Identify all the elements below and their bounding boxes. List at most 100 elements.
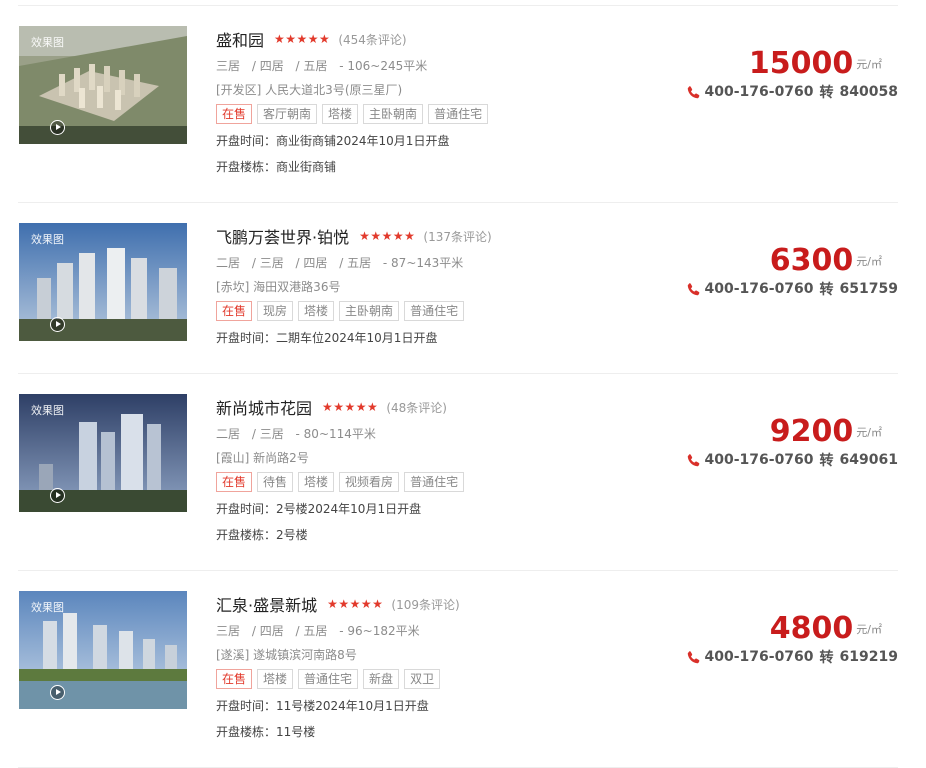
listing-card-feipeng: 效果图 飞鹏万荟世界·铂悦 ★★★★★ (137条评论) 二居 / 三居 / 四… [0,223,926,373]
phone-number[interactable]: 400-176-0760 转 619219 [686,647,898,667]
review-count[interactable]: (48条评论) [386,399,447,416]
address: [赤坎] 海田双港路36号 [216,280,341,294]
tag: 塔楼 [322,104,359,124]
price-value: 6300 [769,243,854,278]
tag: 普通住宅 [428,104,489,124]
open-building: 开盘楼栋：商业街商铺 [216,160,337,174]
listing-card-shenghe: 效果图 盛和园 ★★★★★ (454条评论) 三居 / 四居 / 五居 - 10… [0,26,926,202]
phone-ext: 649061 [839,452,898,468]
room-type: / 五居 [339,256,372,270]
open-time: 开盘时间：二期车位2024年10月1日开盘 [216,331,438,345]
ext-label: 转 [819,85,834,101]
price: 6300 元/㎡ [770,243,882,278]
room-type: / 五居 [295,59,328,73]
listing-info: 盛和园 ★★★★★ (454条评论) 三居 / 四居 / 五居 - 106~24… [216,26,686,176]
room-type: / 三居 [251,427,284,441]
price: 4800 元/㎡ [770,611,882,646]
room-types: 三居 / 四居 / 五居 - 106~245平米 [216,56,686,76]
thumbnail-label: 效果图 [31,36,64,49]
room-type: / 三居 [251,256,284,270]
review-count[interactable]: (137条评论) [423,228,491,245]
listing-thumbnail[interactable]: 效果图 [19,394,187,512]
play-icon[interactable] [50,317,65,332]
tag: 新盘 [363,669,400,689]
listing-thumbnail[interactable]: 效果图 [19,591,187,709]
open-time: 开盘时间：11号楼2024年10月1日开盘 [216,699,429,713]
room-type: 二居 [216,427,241,441]
price: 9200 元/㎡ [770,414,882,449]
ext-label: 转 [819,453,834,469]
room-type: 三居 [216,624,241,638]
tag-list: 在售 待售 塔楼 视频看房 普通住宅 [216,472,686,492]
tag: 双卫 [404,669,441,689]
tag: 普通住宅 [298,669,359,689]
tag-list: 在售 现房 塔楼 主卧朝南 普通住宅 [216,301,686,321]
play-icon[interactable] [50,488,65,503]
listing-thumbnail[interactable]: 效果图 [19,26,187,144]
room-types: 三居 / 四居 / 五居 - 96~182平米 [216,621,686,641]
tag: 视频看房 [339,472,400,492]
listing-title[interactable]: 汇泉·盛景新城 [216,592,317,616]
divider [18,5,898,6]
tag-status: 在售 [216,472,253,492]
divider [18,202,898,203]
area-range: - 106~245平米 [339,59,428,73]
phone-ext: 619219 [839,649,898,665]
phone-main: 400-176-0760 [704,649,814,665]
play-icon[interactable] [50,685,65,700]
tag: 普通住宅 [404,301,465,321]
room-type: / 四居 [251,59,284,73]
listing-title[interactable]: 飞鹏万荟世界·铂悦 [216,224,349,248]
tag: 主卧朝南 [363,104,424,124]
listing-thumbnail[interactable]: 效果图 [19,223,187,341]
tag: 主卧朝南 [339,301,400,321]
listing-card-huiquan: 效果图 汇泉·盛景新城 ★★★★★ (109条评论) 三居 / 四居 / 五居 … [0,591,926,767]
phone-number[interactable]: 400-176-0760 转 840058 [686,82,898,102]
address: [开发区] 人民大道北3号(原三星厂) [216,83,403,97]
room-type: / 四居 [295,256,328,270]
tag: 客厅朝南 [257,104,318,124]
phone-icon [687,85,699,98]
price-unit: 元/㎡ [856,425,882,439]
ext-label: 转 [819,650,834,666]
phone-main: 400-176-0760 [704,84,814,100]
tag: 普通住宅 [404,472,465,492]
phone-number[interactable]: 400-176-0760 转 649061 [686,450,898,470]
phone-main: 400-176-0760 [704,452,814,468]
phone-main: 400-176-0760 [704,281,814,297]
phone-icon [687,282,699,295]
tag: 塔楼 [298,472,335,492]
phone-number[interactable]: 400-176-0760 转 651759 [686,279,898,299]
room-types: 二居 / 三居 - 80~114平米 [216,424,686,444]
price-unit: 元/㎡ [856,57,882,71]
play-icon[interactable] [50,120,65,135]
rating-stars-icon: ★★★★★ [359,229,416,243]
listing-list: 效果图 盛和园 ★★★★★ (454条评论) 三居 / 四居 / 五居 - 10… [0,0,926,768]
tag: 塔楼 [298,301,335,321]
thumbnail-label: 效果图 [31,404,64,417]
open-building: 开盘楼栋：11号楼 [216,725,316,739]
tag-status: 在售 [216,301,253,321]
tag: 待售 [257,472,294,492]
rating-stars-icon: ★★★★★ [322,400,379,414]
listing-title[interactable]: 盛和园 [216,27,264,51]
divider [18,570,898,571]
review-count[interactable]: (109条评论) [391,596,459,613]
thumbnail-label: 效果图 [31,233,64,246]
address: [遂溪] 遂城镇滨河南路8号 [216,648,357,662]
room-type: / 四居 [251,624,284,638]
tag-list: 在售 客厅朝南 塔楼 主卧朝南 普通住宅 [216,104,686,124]
tag-list: 在售 塔楼 普通住宅 新盘 双卫 [216,669,686,689]
divider [18,373,898,374]
phone-ext: 840058 [839,84,898,100]
price-value: 4800 [769,611,854,646]
open-time: 开盘时间：2号楼2024年10月1日开盘 [216,502,422,516]
price-value: 15000 [748,46,854,81]
listing-card-xinshang: 效果图 新尚城市花园 ★★★★★ (48条评论) 二居 / 三居 - 80~11… [0,394,926,570]
listing-title[interactable]: 新尚城市花园 [216,395,312,419]
review-count[interactable]: (454条评论) [338,31,406,48]
ext-label: 转 [819,282,834,298]
tag: 塔楼 [257,669,294,689]
listing-info: 新尚城市花园 ★★★★★ (48条评论) 二居 / 三居 - 80~114平米 … [216,394,686,544]
area-range: - 87~143平米 [382,256,464,270]
